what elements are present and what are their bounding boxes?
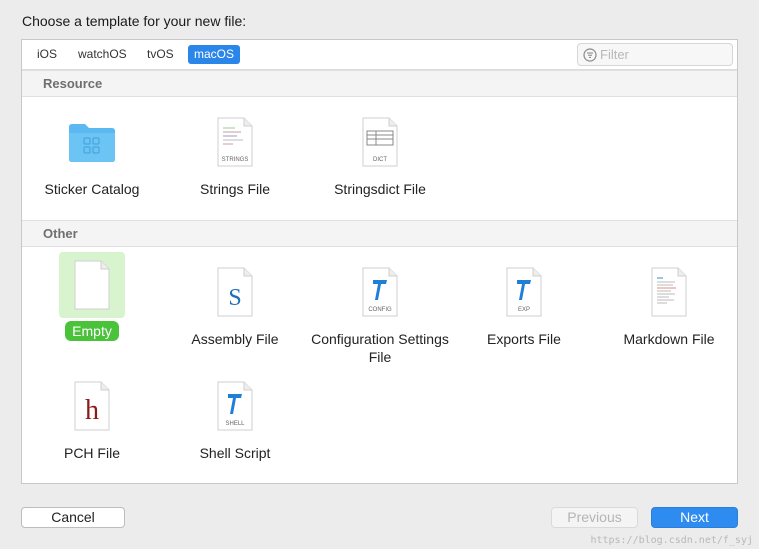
filter-field[interactable] — [577, 43, 733, 66]
template-label: Assembly File — [191, 331, 279, 347]
template-panel: iOS watchOS tvOS macOS Resource — [21, 39, 738, 484]
pch-file-icon: h — [60, 374, 124, 438]
config-badge: CONFIG — [368, 307, 392, 313]
pch-glyph: h — [85, 395, 99, 426]
exports-file-icon: EXP — [492, 260, 556, 324]
filter-icon — [583, 48, 597, 67]
empty-file-icon — [59, 252, 125, 318]
dialog-title: Choose a template for your new file: — [22, 13, 247, 29]
markdown-file-icon — [637, 260, 701, 324]
template-label: Configuration Settings File — [311, 331, 449, 365]
shell-badge: SHELL — [225, 421, 245, 427]
template-label: Stringsdict File — [334, 181, 426, 197]
next-button[interactable]: Next — [651, 507, 738, 528]
template-label: Exports File — [487, 331, 561, 347]
template-label: PCH File — [63, 445, 120, 461]
template-label: Markdown File — [623, 331, 715, 347]
template-label: Shell Script — [199, 445, 271, 461]
tab-macos[interactable]: macOS — [188, 45, 241, 64]
filter-input[interactable] — [600, 46, 725, 63]
template-label: Empty — [22, 321, 162, 341]
exp-badge: EXP — [518, 307, 530, 313]
folder-icon — [60, 110, 124, 174]
assembly-glyph: S — [228, 285, 241, 311]
watermark-text: https://blog.csdn.net/f_syj — [590, 535, 753, 546]
config-file-icon: CONFIG — [348, 260, 412, 324]
tab-tvos[interactable]: tvOS — [141, 45, 180, 64]
section-other-header: Other — [22, 220, 737, 247]
tab-ios[interactable]: iOS — [31, 45, 63, 64]
tab-watchos[interactable]: watchOS — [72, 45, 133, 64]
stringsdict-file-icon: DICT — [348, 110, 412, 174]
dict-badge: DICT — [373, 157, 387, 163]
strings-badge: STRINGS — [222, 157, 249, 163]
strings-file-icon: STRINGS — [203, 110, 267, 174]
section-resource-header: Resource — [22, 70, 737, 97]
assembly-file-icon: S — [203, 260, 267, 324]
template-label: Strings File — [199, 181, 271, 197]
platform-tab-bar: iOS watchOS tvOS macOS — [22, 40, 737, 70]
shell-script-icon: SHELL — [203, 374, 267, 438]
template-label: Sticker Catalog — [44, 181, 140, 197]
template-label-text: Empty — [65, 321, 119, 341]
cancel-button[interactable]: Cancel — [21, 507, 125, 528]
previous-button[interactable]: Previous — [551, 507, 638, 528]
